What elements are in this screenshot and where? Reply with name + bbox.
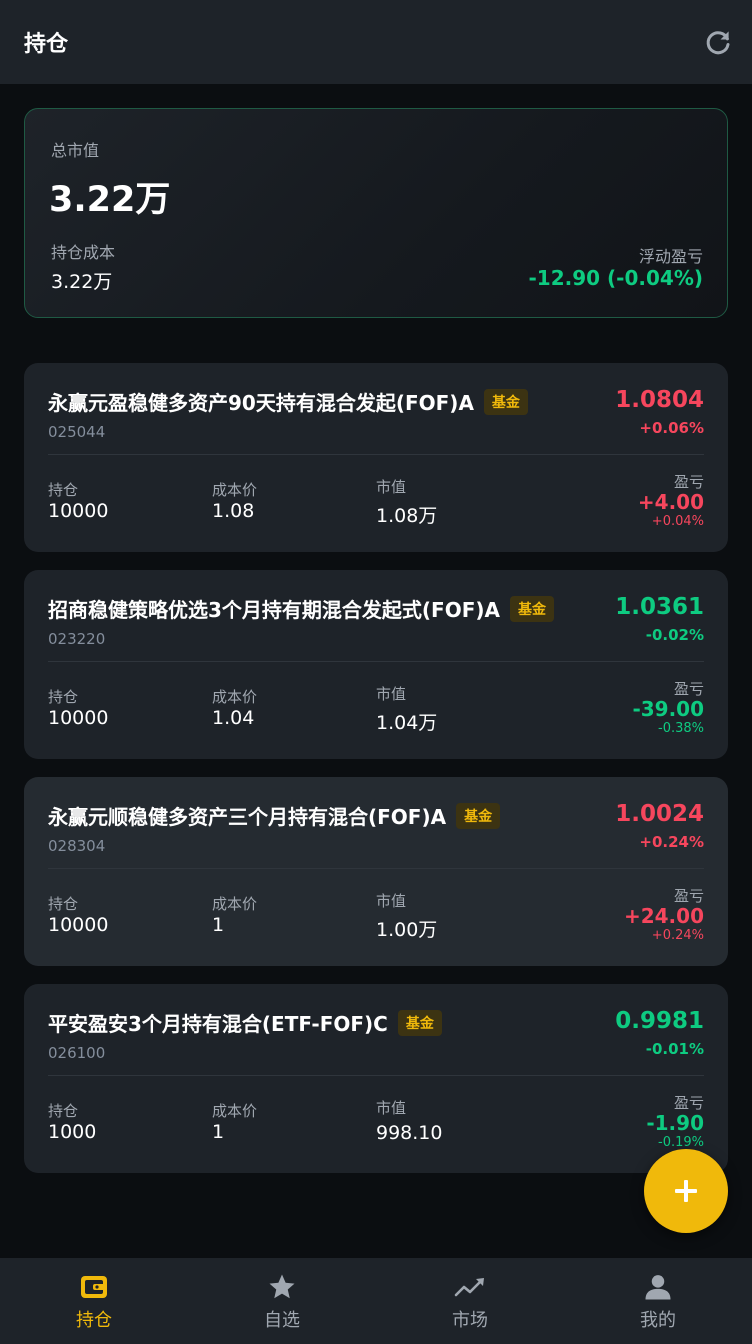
shares-label: 持仓 — [48, 481, 79, 499]
market-value-label: 市值 — [376, 892, 407, 910]
shares-label: 持仓 — [48, 1102, 79, 1120]
pnl-value: -1.90 — [646, 1111, 704, 1135]
fund-nav: 0.9981 — [615, 1008, 704, 1034]
nav-label-profile: 我的 — [640, 1310, 676, 1331]
card-divider — [48, 1075, 704, 1076]
pnl-value: +24.00 — [623, 904, 704, 928]
nav-item-profile[interactable]: 我的 — [564, 1258, 752, 1344]
fund-code: 023220 — [48, 630, 106, 648]
market-value: 1.08万 — [376, 505, 438, 527]
total-market-value: 3.22万 — [49, 180, 171, 220]
pnl-percent: -0.38% — [658, 721, 704, 736]
pnl-label: 盈亏 — [673, 1094, 704, 1112]
app-header: 持仓 — [0, 0, 752, 84]
user-icon — [645, 1275, 671, 1300]
pnl-percent: +0.04% — [651, 514, 704, 529]
holding-card[interactable]: 招商稳健策略优选3个月持有期混合发起式(FOF)A 基金 023220 1.03… — [24, 570, 728, 759]
cost-price-value: 1.04 — [212, 707, 255, 729]
pnl-percent: -0.19% — [658, 1135, 704, 1150]
nav-item-market[interactable]: 市场 — [376, 1258, 564, 1344]
holding-card[interactable]: 永赢元顺稳健多资产三个月持有混合(FOF)A 基金 028304 1.0024 … — [24, 777, 728, 966]
fund-name: 平安盈安3个月持有混合(ETF-FOF)C — [48, 1012, 388, 1036]
fund-type-badge: 基金 — [397, 1009, 442, 1036]
holding-cost-value: 3.22万 — [51, 271, 113, 293]
cost-price-label: 成本价 — [212, 1102, 258, 1120]
fund-nav: 1.0804 — [615, 387, 704, 413]
fund-type-badge: 基金 — [456, 802, 501, 829]
pnl-value: +4.00 — [637, 490, 704, 514]
nav-item-holdings[interactable]: 持仓 — [0, 1258, 188, 1344]
trend-icon — [454, 1278, 484, 1297]
market-value-label: 市值 — [376, 1099, 407, 1117]
fund-nav-change: -0.01% — [645, 1040, 704, 1058]
fund-type-badge: 基金 — [483, 388, 528, 415]
add-holding-button[interactable] — [644, 1149, 728, 1233]
shares-value: 10000 — [48, 500, 109, 522]
shares-label: 持仓 — [48, 895, 79, 913]
pnl-label: 盈亏 — [673, 473, 704, 491]
nav-label-holdings: 持仓 — [76, 1310, 112, 1331]
fund-nav-change: +0.24% — [639, 833, 704, 851]
holding-cost-label: 持仓成本 — [51, 243, 116, 262]
fund-nav: 1.0024 — [615, 801, 704, 827]
holding-card[interactable]: 永赢元盈稳健多资产90天持有混合发起(FOF)A 基金 025044 1.080… — [24, 363, 728, 552]
bottom-navigation: 持仓 自选 市场 我的 — [0, 1258, 752, 1344]
wallet-icon — [81, 1276, 107, 1298]
fund-code: 025044 — [48, 423, 106, 441]
shares-value: 10000 — [48, 707, 109, 729]
holding-card[interactable]: 平安盈安3个月持有混合(ETF-FOF)C 基金 026100 0.9981 -… — [24, 984, 728, 1173]
fund-name: 永赢元顺稳健多资产三个月持有混合(FOF)A — [48, 805, 447, 829]
floating-pnl-value: -12.90 (-0.04%) — [528, 266, 704, 290]
shares-label: 持仓 — [48, 688, 79, 706]
total-market-value-label: 总市值 — [51, 141, 100, 160]
pnl-label: 盈亏 — [673, 887, 704, 905]
cost-price-value: 1 — [212, 1121, 225, 1143]
market-value: 998.10 — [376, 1122, 443, 1144]
cost-price-value: 1.08 — [212, 500, 255, 522]
pnl-percent: +0.24% — [651, 928, 704, 943]
market-value-label: 市值 — [376, 478, 407, 496]
shares-value: 10000 — [48, 914, 109, 936]
fund-code: 028304 — [48, 837, 106, 855]
star-icon — [269, 1274, 295, 1299]
refresh-icon — [706, 31, 730, 55]
pnl-value: -39.00 — [632, 697, 704, 721]
market-value: 1.04万 — [376, 712, 438, 734]
cost-price-label: 成本价 — [212, 895, 258, 913]
fund-nav-change: +0.06% — [639, 419, 704, 437]
market-value: 1.00万 — [376, 919, 438, 941]
fund-nav: 1.0361 — [615, 594, 704, 620]
fund-type-badge: 基金 — [510, 595, 555, 622]
portfolio-summary-card: 总市值 3.22万 持仓成本 3.22万 浮动盈亏 -12.90 (-0.04%… — [24, 108, 728, 318]
page-title: 持仓 — [24, 32, 69, 57]
nav-label-market: 市场 — [452, 1310, 488, 1331]
cost-price-value: 1 — [212, 914, 225, 936]
fund-nav-change: -0.02% — [645, 626, 704, 644]
market-value-label: 市值 — [376, 685, 407, 703]
card-divider — [48, 454, 704, 455]
pnl-label: 盈亏 — [673, 680, 704, 698]
cost-price-label: 成本价 — [212, 481, 258, 499]
floating-pnl-label: 浮动盈亏 — [638, 247, 703, 266]
nav-item-watchlist[interactable]: 自选 — [188, 1258, 376, 1344]
plus-icon — [675, 1180, 697, 1202]
refresh-button[interactable] — [702, 26, 734, 58]
fund-code: 026100 — [48, 1044, 106, 1062]
card-divider — [48, 868, 704, 869]
fund-name: 招商稳健策略优选3个月持有期混合发起式(FOF)A — [48, 598, 501, 622]
fund-name: 永赢元盈稳健多资产90天持有混合发起(FOF)A — [48, 391, 474, 415]
cost-price-label: 成本价 — [212, 688, 258, 706]
nav-label-watchlist: 自选 — [264, 1310, 300, 1331]
card-divider — [48, 661, 704, 662]
shares-value: 1000 — [48, 1121, 97, 1143]
